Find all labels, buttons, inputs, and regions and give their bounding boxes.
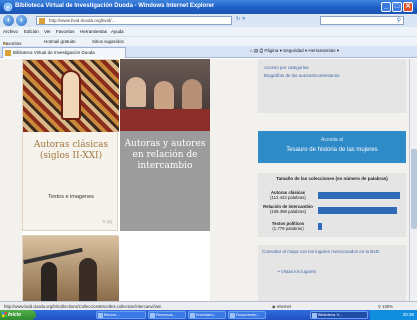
window-title-bar: e Biblioteca Virtual de Investigación Du…: [0, 0, 417, 14]
size-bar-autoras: [318, 192, 400, 199]
address-row: ‹ › http://www.bvid.duoda.org/bvid/... ↻…: [0, 14, 417, 27]
command-bar[interactable]: ⌂ ▤ ⎙ Página ▾ Seguridad ▾ Herramientas …: [250, 48, 339, 54]
collection-card-textos-politicos[interactable]: [22, 235, 119, 301]
status-bar: http://www.bvid.duoda.org/bt/collections…: [0, 301, 417, 310]
favorites-bar: ★ Favoritos Hotmail gratuito Sitios suge…: [0, 36, 417, 46]
windows-logo-icon: [2, 312, 7, 317]
places-map-button[interactable]: • Vistas los lugares: [278, 269, 316, 274]
internet-explorer-icon: e: [3, 2, 13, 12]
status-url: http://www.bvid.duoda.org/bt/collections…: [4, 304, 162, 309]
collection-more-link[interactable]: Ir (a): [103, 219, 113, 224]
address-bar[interactable]: http://www.bvid.duoda.org/bvid/...: [36, 16, 232, 25]
page-content: Autoras clásicas (siglos II-XXI) Textos …: [0, 59, 409, 301]
sidebar-links-box: Acceso por categorías Biografías de las …: [258, 59, 406, 113]
system-tray: 20:36: [370, 310, 417, 320]
tab-current[interactable]: Biblioteca Virtual de Investigación Duod…: [2, 47, 126, 58]
collection-card-autoras-clasicas[interactable]: Autoras clásicas (siglos II-XXI) Textos …: [22, 59, 119, 231]
size-label-autoras: Autoras clásicas (112.443 palabras): [270, 190, 306, 200]
search-input[interactable]: ⚲: [320, 16, 404, 25]
menu-item-archivo[interactable]: Archivo: [3, 29, 18, 34]
women-at-table-photo: [120, 59, 210, 131]
tab-bar: Biblioteca Virtual de Investigación Duod…: [0, 46, 417, 58]
scrollbar-thumb[interactable]: [411, 149, 417, 229]
start-button[interactable]: Inicio: [0, 310, 36, 320]
size-bar-relacion: [318, 207, 397, 214]
collections-column: Autoras clásicas (siglos II-XXI) Textos …: [22, 59, 210, 301]
back-button[interactable]: ‹: [3, 15, 14, 26]
collection-size-heading: Tamaño de las colecciones (en número de …: [276, 176, 388, 181]
zoom-control[interactable]: ⚲ 100%: [378, 304, 393, 309]
collection-title[interactable]: Autoras clásicas (siglos II-XXI): [27, 140, 115, 162]
tab-favicon-icon: [5, 50, 11, 56]
print-icon[interactable]: ⎙: [260, 48, 264, 53]
collection-subtitle[interactable]: Textos e imagenes: [27, 194, 115, 200]
favorites-link-sugeridos[interactable]: Sitios sugeridos: [92, 39, 124, 44]
tesauro-line2: Tesauro de historia de las mujeres: [286, 147, 378, 153]
command-bar-menus[interactable]: Página ▾ Seguridad ▾ Herramientas ▾: [264, 48, 339, 53]
collection-title[interactable]: Autoras y autores en relación de interca…: [122, 139, 208, 172]
globe-icon: ◉: [272, 304, 276, 309]
maximize-button[interactable]: □: [392, 2, 402, 12]
vertical-scrollbar[interactable]: [409, 59, 417, 301]
feeds-icon[interactable]: ▤: [254, 48, 258, 53]
link-biografias[interactable]: Biografías de las autoras/comentarios: [264, 73, 340, 78]
refresh-stop-buttons[interactable]: ↻ ✕: [236, 16, 266, 25]
taskbar-item-3[interactable]: Inventario...: [188, 311, 226, 319]
taskbar-item-2[interactable]: Recursos...: [148, 311, 186, 319]
menu-bar: Archivo Edición Ver Favoritos Herramient…: [0, 27, 417, 36]
taskbar-item-1[interactable]: Bienve...: [96, 311, 146, 319]
taskbar-item-5[interactable]: Biblioteca V...: [310, 311, 368, 319]
menu-item-edicion[interactable]: Edición: [24, 29, 39, 34]
minimize-button[interactable]: _: [381, 2, 391, 12]
places-map-link[interactable]: Consultar el mapa con los lugares mencio…: [262, 249, 402, 255]
status-zone: ◉ Internet: [272, 304, 292, 309]
site-favicon-icon: [39, 18, 45, 24]
collection-card-relacion-intercambio[interactable]: Autoras y autores en relación de interca…: [120, 59, 210, 231]
menu-item-ayuda[interactable]: Ayuda: [111, 29, 124, 34]
magnifier-icon: ⚲: [378, 304, 382, 309]
menu-item-favoritos[interactable]: Favoritos: [56, 29, 75, 34]
taskbar: Inicio Bienve... Recursos... Inventario.…: [0, 310, 417, 320]
places-map-box: Consultar el mapa con los lugares mencio…: [258, 245, 406, 301]
close-button[interactable]: ✕: [403, 2, 413, 12]
size-label-textos: Textos políticos (1.779 palabras): [271, 221, 305, 231]
svg-text:e: e: [6, 5, 10, 12]
tesauro-line1: Acceda al: [321, 137, 343, 143]
window-title: Biblioteca Virtual de Investigación Duod…: [15, 3, 215, 9]
forward-button[interactable]: ›: [16, 15, 27, 26]
size-bar-textos: [318, 223, 322, 230]
favorites-link-hotmail[interactable]: Hotmail gratuito: [44, 39, 76, 44]
size-label-relacion: Relación de intercambio (108.398 palabra…: [263, 204, 313, 214]
home-icon[interactable]: ⌂: [250, 48, 253, 53]
taskbar-item-4[interactable]: Documento...: [228, 311, 266, 319]
medieval-illustration-image: [23, 60, 119, 132]
menu-item-herramientas[interactable]: Herramientas: [80, 29, 107, 34]
menu-item-ver[interactable]: Ver: [44, 29, 51, 34]
sidebar: Acceso por categorías Biografías de las …: [258, 59, 406, 301]
tesauro-banner[interactable]: Acceda al Tesauro de historia de las muj…: [258, 131, 406, 163]
search-icon[interactable]: ⚲: [397, 17, 401, 24]
women-on-stairs-photo: [23, 236, 119, 301]
address-url: http://www.bvid.duoda.org/bvid/...: [49, 18, 116, 23]
collection-size-box: Tamaño de las colecciones (en número de …: [258, 173, 406, 237]
clock[interactable]: 20:36: [403, 312, 414, 317]
link-acceso-categorias[interactable]: Acceso por categorías: [264, 65, 309, 70]
